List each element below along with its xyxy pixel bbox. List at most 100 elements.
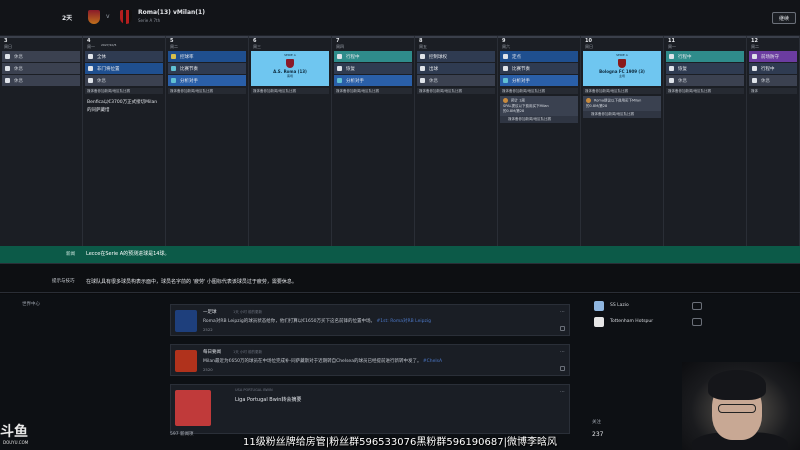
more-options-icon[interactable]: ⋯ <box>560 349 565 355</box>
news-ticker-text[interactable]: Lecce在Serie A的预测进球是14球。 <box>86 250 170 257</box>
fixture-card[interactable]: SERIE A Bologna FC 1909 (3) 主场 <box>583 51 661 86</box>
day-header[interactable]: 6 周三 <box>249 36 331 50</box>
media-event[interactable]: 媒体备参加新闻/地区队比赛 <box>417 88 495 94</box>
day-weekday: 周三 <box>253 44 261 49</box>
training-slot[interactable]: 控制球权 <box>417 51 495 62</box>
session-type-icon <box>669 78 674 83</box>
training-slot[interactable]: 休息 <box>2 51 80 62</box>
session-label: 控制球权 <box>429 54 447 60</box>
feed-post[interactable]: 每日要闻 1天 小时 前的更新 Milan最近为€650万的球员在中场位完成补-… <box>170 344 570 376</box>
media-event[interactable]: 媒体备参加新闻/地区队比赛 <box>334 88 412 94</box>
day-header[interactable]: 12 周二 <box>747 36 799 50</box>
day-column: 3 周日 休息 休息 休息 <box>0 36 83 246</box>
session-type-icon <box>5 54 10 59</box>
day-header[interactable]: 3 周日 <box>0 36 82 50</box>
session-type-icon <box>669 66 674 71</box>
training-slot[interactable]: 前场防守 <box>749 51 797 62</box>
next-match-title[interactable]: Roma(13) vMilan(1) <box>138 9 205 16</box>
flag-icon[interactable] <box>560 326 565 331</box>
training-slot[interactable]: 控球率 <box>168 51 246 62</box>
more-options-icon[interactable]: ⋯ <box>560 389 565 395</box>
fixture-competition: SERIE A <box>284 53 296 57</box>
training-slot[interactable]: 分析对手 <box>500 75 578 86</box>
training-slot[interactable]: 行程中 <box>666 51 744 62</box>
session-type-icon <box>171 66 176 71</box>
more-options-icon[interactable]: ⋯ <box>560 309 565 315</box>
day-column: 8 周五控制球权出球休息媒体备参加新闻/地区队比赛 <box>415 36 498 246</box>
training-slot[interactable]: 休息 <box>85 75 163 86</box>
news-ticker: 新闻 Lecce在Serie A的预测进球是14球。 <box>0 246 800 263</box>
transfer-offer-card[interactable]: 预计 1周 SPAL提议以下费用买下Milan 的0.8M/第28 <box>500 96 578 116</box>
day-header[interactable]: 10 周日 <box>581 36 663 50</box>
day-header[interactable]: 9 周六 <box>498 36 580 50</box>
session-type-icon <box>337 66 342 71</box>
unfollow-button[interactable] <box>692 302 702 310</box>
day-date: 2027/10/5 <box>101 43 117 47</box>
training-slot[interactable]: 非门将位置 <box>85 63 163 74</box>
media-event[interactable]: 媒体 <box>749 88 797 94</box>
post-likes: 2522 <box>203 327 213 332</box>
training-slot[interactable]: 定点 <box>500 51 578 62</box>
media-event[interactable]: 媒体备参加新闻/地区队比赛 <box>168 88 246 94</box>
training-slot[interactable]: 分析对手 <box>168 75 246 86</box>
day-column: 9 周六定点比赛节奏 分析对手媒体备参加新闻/地区队比赛预计 1周 SPAL提议以下费… <box>498 36 581 246</box>
session-type-icon <box>171 54 176 59</box>
day-weekday: 周二 <box>170 44 178 49</box>
day-header[interactable]: 5 周二 <box>166 36 248 50</box>
training-slot[interactable]: 全休 <box>85 51 163 62</box>
media-event[interactable]: 媒体备参加新闻/地区队比赛 <box>666 88 744 94</box>
training-slot[interactable]: 恢复 <box>334 63 412 74</box>
session-label: 休息 <box>14 54 23 60</box>
day-header[interactable]: 4 周一 2027/10/5 <box>83 36 165 50</box>
day-header[interactable]: 8 周五 <box>415 36 497 50</box>
feed-post[interactable]: 一足球 1天 小时 前的更新 Roma对RB Leipzig的球员状态给你，他们… <box>170 304 570 336</box>
flag-icon[interactable] <box>560 366 565 371</box>
training-slot[interactable]: 休息 <box>749 75 797 86</box>
training-slot[interactable]: 休息 <box>2 63 80 74</box>
media-event[interactable]: 媒体备参加新闻/地区队比赛 <box>85 88 163 94</box>
day-header[interactable]: 7 周四 <box>332 36 414 50</box>
session-label: 定点 <box>512 54 521 60</box>
offer-icon <box>586 98 591 103</box>
session-type-icon <box>752 66 757 71</box>
session-label: 行程中 <box>761 66 775 72</box>
training-slot[interactable]: 行程中 <box>749 63 797 74</box>
training-slot[interactable]: 休息 <box>417 75 495 86</box>
fixture-card[interactable]: SERIE A A.S. Roma (13) 客场 <box>251 51 329 86</box>
training-slot[interactable]: 恢复 <box>666 63 744 74</box>
unfollow-button[interactable] <box>692 318 702 326</box>
media-event[interactable]: 媒体备参加新闻/地区队比赛 <box>583 88 661 94</box>
media-event[interactable]: 媒体备参加新闻/地区队比赛 <box>500 88 578 94</box>
session-label: 休息 <box>14 78 23 84</box>
post-link[interactable]: #ChelsA <box>423 359 442 364</box>
day-column: 4 周一 2027/10/5 全休 非门将位置 休息 媒体备参加新闻/地区队比赛 Benfic… <box>83 36 166 246</box>
webcam-hair <box>708 370 766 400</box>
session-label: 行程中 <box>346 54 360 60</box>
training-slot[interactable]: 比赛节奏 <box>500 63 578 74</box>
session-label: 休息 <box>761 78 770 84</box>
feed-post[interactable]: USA PORTUGAL BWIN Liga Portugal Bwin转会摘要… <box>170 384 570 434</box>
session-label: 出球 <box>429 66 438 72</box>
day-header[interactable]: 11 周一 <box>664 36 746 50</box>
post-link[interactable]: #1st: Roma对RB Leipzig <box>377 319 431 324</box>
tips-label: 提示与技巧 <box>52 279 75 284</box>
post-meta: 1天 小时 前的更新 <box>233 310 262 314</box>
training-slot[interactable]: 出球 <box>417 63 495 74</box>
offer-line: 预计 1周 <box>511 98 525 103</box>
training-slot[interactable]: 休息 <box>666 75 744 86</box>
training-slot[interactable]: 休息 <box>2 75 80 86</box>
club-name: SS Lazio <box>610 303 629 308</box>
top-bar: 2天 v Roma(13) vMilan(1) Serie A 7th 继续 <box>0 0 800 36</box>
session-type-icon <box>752 54 757 59</box>
training-slot[interactable]: 比赛节奏 <box>168 63 246 74</box>
next-match-competition: Serie A 7th <box>138 18 161 23</box>
transfer-offer-card[interactable]: Roma提议以下费用买下Milan 的0.8M/第28 <box>583 96 661 111</box>
media-event[interactable]: 媒体备参加新闻/地区队比赛 <box>251 88 329 94</box>
post-avatar <box>175 310 197 332</box>
day-weekday: 周日 <box>4 44 12 49</box>
training-slot[interactable]: 行程中 <box>334 51 412 62</box>
training-slot[interactable]: 分析对手 <box>334 75 412 86</box>
post-image <box>175 390 211 426</box>
day-weekday: 周五 <box>419 44 427 49</box>
continue-button[interactable]: 继续 <box>772 12 796 24</box>
